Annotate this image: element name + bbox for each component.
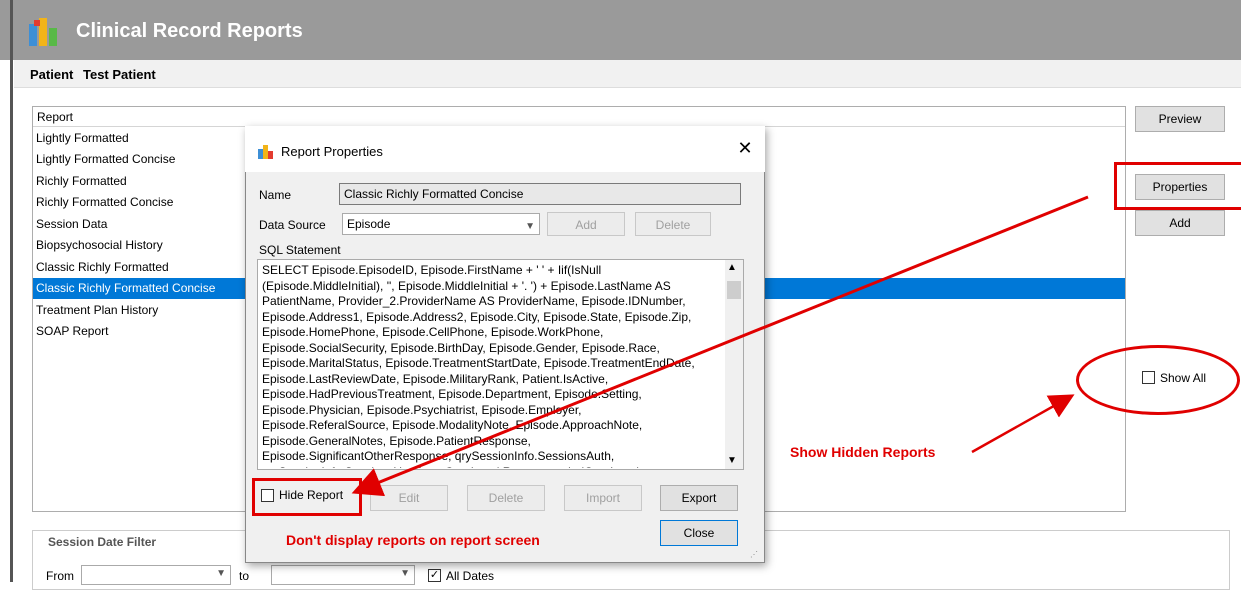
close-icon[interactable]: ✕: [736, 138, 754, 159]
chevron-down-icon[interactable]: ▼: [400, 568, 410, 579]
report-column-header: Report: [37, 110, 74, 124]
preview-button[interactable]: Preview: [1135, 106, 1225, 132]
export-button[interactable]: Export: [660, 485, 738, 511]
add-datasource-button[interactable]: Add: [547, 212, 625, 236]
sql-statement-label: SQL Statement: [259, 243, 341, 257]
resize-grip-icon[interactable]: ⋰: [750, 550, 758, 559]
delete-report-button[interactable]: Delete: [467, 485, 545, 511]
import-button[interactable]: Import: [564, 485, 642, 511]
report-list-header[interactable]: Report: [33, 107, 1125, 127]
window-edge: [10, 0, 13, 582]
patient-name: Test Patient: [83, 67, 156, 82]
all-dates-label[interactable]: All Dates: [446, 569, 494, 583]
data-source-label: Data Source: [259, 218, 326, 232]
delete-datasource-button[interactable]: Delete: [635, 212, 711, 236]
name-label: Name: [259, 188, 292, 202]
from-label: From: [46, 569, 74, 583]
to-label: to: [239, 569, 250, 583]
from-date-picker[interactable]: ▼: [81, 565, 231, 585]
to-date-picker[interactable]: ▼: [271, 565, 415, 585]
properties-highlight-box: [1114, 162, 1241, 210]
sql-statement-text[interactable]: SELECT Episode.EpisodeID, Episode.FirstN…: [262, 263, 722, 468]
close-button[interactable]: Close: [660, 520, 738, 546]
scroll-down-icon[interactable]: ▼: [727, 455, 737, 466]
patient-bar: [14, 60, 1241, 88]
scroll-up-icon[interactable]: ▲: [727, 262, 737, 273]
app-title: Clinical Record Reports: [76, 20, 303, 42]
data-source-select[interactable]: Episode ▼: [342, 213, 540, 235]
chevron-down-icon[interactable]: ▼: [216, 568, 226, 579]
name-field[interactable]: Classic Richly Formatted Concise: [339, 183, 741, 205]
hide-report-note: Don't display reports on report screen: [286, 532, 540, 548]
scroll-thumb[interactable]: [727, 281, 741, 299]
all-dates-checkbox[interactable]: ✓: [428, 569, 441, 582]
data-source-value: Episode: [347, 217, 391, 231]
hide-report-highlight-box: [252, 478, 362, 516]
dialog-title: Report Properties: [281, 144, 383, 159]
show-all-highlight-ellipse: [1076, 345, 1240, 415]
report-properties-icon: [258, 143, 274, 159]
show-hidden-reports-note: Show Hidden Reports: [790, 444, 936, 460]
session-date-filter-title: Session Date Filter: [44, 535, 161, 549]
app-logo-icon: [26, 14, 60, 48]
add-report-button[interactable]: Add: [1135, 210, 1225, 236]
patient-label: Patient: [30, 67, 74, 82]
chevron-down-icon[interactable]: ▼: [525, 217, 535, 237]
edit-button[interactable]: Edit: [370, 485, 448, 511]
